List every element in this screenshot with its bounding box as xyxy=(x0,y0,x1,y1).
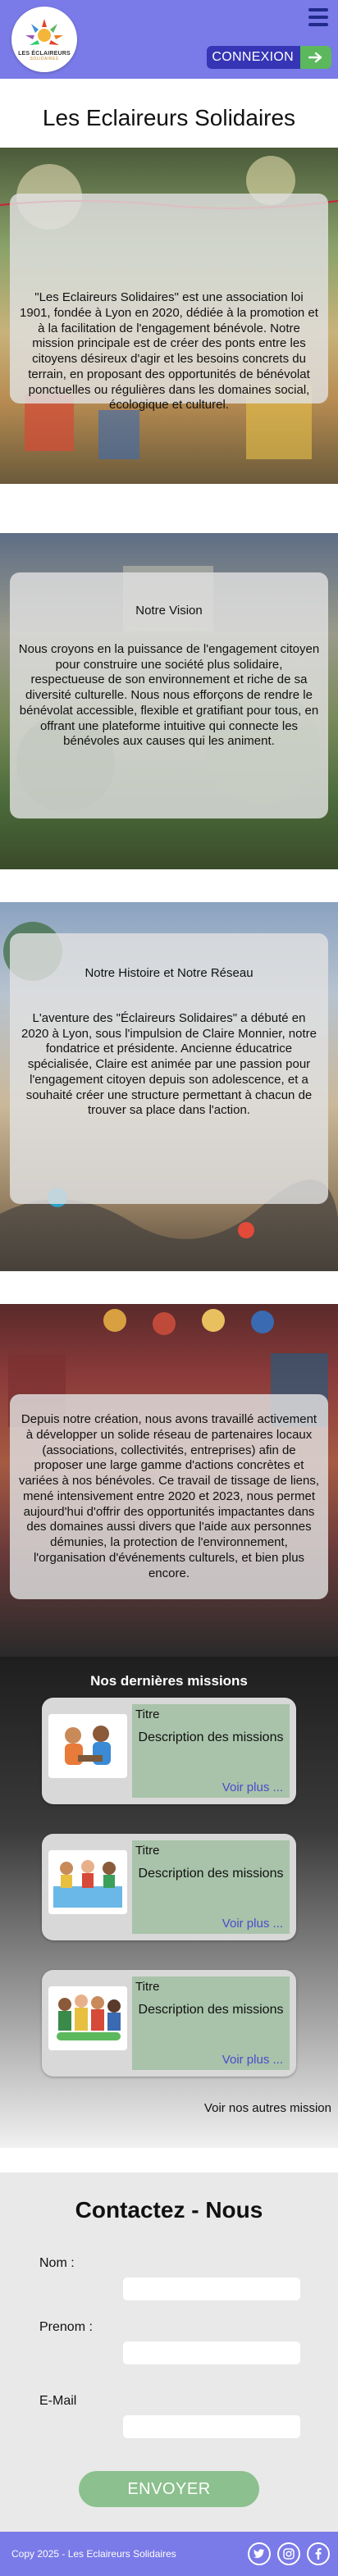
mission-card[interactable]: Titre Description des missions Voir plus… xyxy=(42,1970,296,2077)
mission-description: Description des missions xyxy=(138,1730,284,1744)
connexion-button[interactable]: CONNEXION xyxy=(207,46,331,69)
twitter-icon[interactable] xyxy=(248,2542,271,2565)
logo-text: LES ÉCLAIREURS xyxy=(18,51,71,57)
mission-body: Titre Description des missions Voir plus… xyxy=(132,1840,290,1934)
about-text: "Les Eclaireurs Solidaires" est une asso… xyxy=(20,290,318,413)
mission-card[interactable]: Titre Description des missions Voir plus… xyxy=(42,1834,296,1940)
social-links xyxy=(248,2542,330,2565)
mission-image xyxy=(48,1986,127,2050)
logo[interactable]: LES ÉCLAIREURS SOLIDAIRES xyxy=(11,7,77,72)
site-header: LES ÉCLAIREURS SOLIDAIRES CONNEXION xyxy=(0,0,338,79)
vision-section: Notre Vision Nous croyons en la puissanc… xyxy=(0,533,338,869)
network-card: Depuis notre création, nous avons travai… xyxy=(10,1394,328,1599)
page-title: Les Eclaireurs Solidaires xyxy=(42,105,296,130)
prenom-label: Prenom : xyxy=(39,2320,93,2334)
arrow-right-icon xyxy=(300,46,331,69)
missions-section: Nos dernières missions Titre Description… xyxy=(0,1657,338,2148)
prenom-input[interactable] xyxy=(123,2341,300,2364)
connexion-label: CONNEXION xyxy=(212,50,294,64)
vision-text: Nous croyons en la puissance de l'engage… xyxy=(18,641,320,749)
vision-card: Notre Vision Nous croyons en la puissanc… xyxy=(10,572,328,818)
history-title: Notre Histoire et Notre Réseau xyxy=(84,966,254,980)
mission-more-link[interactable]: Voir plus ... xyxy=(222,1780,283,1794)
email-input[interactable] xyxy=(123,2415,300,2438)
mission-image xyxy=(48,1714,127,1778)
contact-title: Contactez - Nous xyxy=(75,2197,263,2223)
mission-card[interactable]: Titre Description des missions Voir plus… xyxy=(42,1698,296,1804)
mission-more-link[interactable]: Voir plus ... xyxy=(222,2053,283,2067)
site-footer: Copy 2025 - Les Eclaireurs Solidaires xyxy=(0,2532,338,2576)
mission-image xyxy=(48,1850,127,1914)
mission-body: Titre Description des missions Voir plus… xyxy=(132,1976,290,2070)
nom-label: Nom : xyxy=(39,2256,75,2270)
nom-input[interactable] xyxy=(123,2277,300,2300)
missions-heading: Nos dernières missions xyxy=(90,1673,248,1689)
send-button[interactable]: ENVOYER xyxy=(79,2471,259,2507)
about-section: "Les Eclaireurs Solidaires" est une asso… xyxy=(0,148,338,484)
other-missions-link[interactable]: Voir nos autres mission xyxy=(0,2101,338,2115)
mission-title: Titre xyxy=(135,1844,160,1858)
mission-more-link[interactable]: Voir plus ... xyxy=(222,1917,283,1931)
contact-section: Contactez - Nous Nom : Prenom : E-Mail E… xyxy=(0,2148,338,2532)
network-section: Depuis notre création, nous avons travai… xyxy=(0,1304,338,1657)
history-card: Notre Histoire et Notre Réseau L'aventur… xyxy=(10,933,328,1204)
mission-title: Titre xyxy=(135,1980,160,1994)
history-section: Notre Histoire et Notre Réseau L'aventur… xyxy=(0,902,338,1271)
email-label: E-Mail xyxy=(39,2394,77,2408)
mission-body: Titre Description des missions Voir plus… xyxy=(132,1704,290,1798)
instagram-icon[interactable] xyxy=(277,2542,300,2565)
logo-subtext: SOLIDAIRES xyxy=(30,57,59,62)
mission-description: Description des missions xyxy=(138,2003,284,2017)
about-card: "Les Eclaireurs Solidaires" est une asso… xyxy=(10,194,328,412)
history-text: L'aventure des "Éclaireurs Solidaires" a… xyxy=(21,1010,317,1118)
facebook-icon[interactable] xyxy=(307,2542,330,2565)
contact-form: Contactez - Nous Nom : Prenom : E-Mail E… xyxy=(0,2173,338,2532)
menu-icon[interactable] xyxy=(308,8,328,26)
vision-title: Notre Vision xyxy=(135,604,203,618)
mission-description: Description des missions xyxy=(138,1867,284,1881)
mission-title: Titre xyxy=(135,1707,160,1721)
network-text: Depuis notre création, nous avons travai… xyxy=(18,1412,320,1580)
logo-hands-icon xyxy=(25,19,63,45)
copyright-text: Copy 2025 - Les Eclaireurs Solidaires xyxy=(11,2548,176,2560)
